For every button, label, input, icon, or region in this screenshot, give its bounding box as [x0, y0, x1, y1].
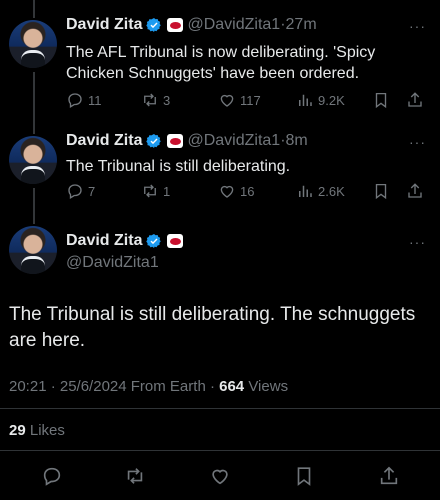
affiliate-badge-icon[interactable] — [167, 234, 184, 248]
tweet[interactable]: David Zita @DavidZita1 · 8m ··· The Trib… — [0, 132, 440, 212]
verified-badge-icon — [146, 18, 162, 32]
tweet-action-bar — [0, 465, 440, 489]
likes-label: Likes — [29, 422, 65, 439]
views-count: 9.2K — [318, 92, 345, 108]
reply-count: 7 — [88, 183, 96, 199]
repost-count: 3 — [163, 92, 171, 108]
repost-icon — [144, 184, 156, 198]
tweet-meta: 20:21 · 25/6/2024 From Earth · 664 Views — [9, 378, 288, 395]
views-icon — [299, 94, 312, 106]
reply-icon — [68, 93, 82, 108]
share-icon — [380, 466, 398, 485]
more-options-icon[interactable]: ··· — [409, 234, 426, 250]
reply-icon — [43, 467, 61, 486]
views-count: 664 — [219, 378, 245, 395]
share-button[interactable] — [406, 91, 424, 109]
share-button[interactable] — [378, 465, 400, 487]
like-count: 117 — [240, 92, 261, 108]
tweet[interactable]: David Zita @DavidZita1 · 27m ··· The AFL… — [0, 16, 440, 116]
repost-icon — [127, 468, 143, 484]
like-button[interactable]: 117 — [218, 91, 261, 109]
repost-button[interactable]: 1 — [141, 182, 170, 200]
heart-icon — [220, 94, 234, 107]
tweet-actions: 7 1 16 2.6K — [66, 182, 430, 200]
like-button[interactable] — [209, 465, 231, 487]
tweet-actions: 11 3 117 9.2K — [66, 91, 430, 109]
avatar[interactable] — [9, 20, 57, 68]
repost-count: 1 — [163, 183, 171, 199]
verified-badge-icon — [146, 134, 162, 148]
repost-button[interactable]: 3 — [141, 91, 170, 109]
like-button[interactable]: 16 — [218, 182, 254, 200]
bookmark-icon — [375, 92, 387, 109]
likes-count: 29 — [9, 422, 26, 439]
repost-icon — [144, 93, 156, 107]
views-icon — [299, 185, 312, 197]
repost-button[interactable] — [124, 465, 146, 487]
views-button[interactable]: 9.2K — [296, 91, 345, 109]
reply-count: 11 — [88, 92, 102, 108]
reply-button[interactable]: 11 — [66, 91, 102, 109]
reply-icon — [68, 184, 82, 199]
bookmark-icon — [375, 183, 387, 200]
views-count: 2.6K — [318, 183, 345, 199]
avatar[interactable] — [9, 136, 57, 184]
author-handle[interactable]: @DavidZita1 — [187, 132, 280, 150]
more-options-icon[interactable]: ··· — [409, 18, 426, 34]
avatar[interactable] — [9, 226, 57, 274]
like-count: 16 — [240, 183, 255, 199]
author-name[interactable]: David Zita — [66, 232, 142, 250]
tweet-timestamp[interactable]: 20:21 · 25/6/2024 From Earth · — [9, 378, 215, 395]
bookmark-button[interactable] — [372, 182, 390, 200]
divider — [0, 408, 440, 409]
reply-button[interactable] — [41, 465, 63, 487]
heart-icon — [220, 185, 234, 198]
tweet-text: The AFL Tribunal is now deliberating. 'S… — [66, 44, 376, 82]
author-handle[interactable]: @DavidZita1 — [187, 16, 280, 34]
verified-badge-icon — [146, 234, 162, 248]
tweet-text: The Tribunal is still deliberating. The … — [9, 304, 416, 351]
affiliate-badge-icon[interactable] — [167, 18, 184, 32]
reply-button[interactable]: 7 — [66, 182, 95, 200]
tweet-text: The Tribunal is still deliberating. — [66, 158, 291, 175]
bookmark-icon — [297, 467, 311, 486]
bookmark-button[interactable] — [372, 91, 390, 109]
divider — [0, 450, 440, 451]
author-handle[interactable]: @DavidZita1 — [66, 254, 183, 272]
heart-icon — [212, 469, 228, 485]
share-icon — [408, 92, 422, 107]
likes-summary[interactable]: 29 Likes — [9, 422, 65, 439]
tweet-time[interactable]: 8m — [286, 132, 308, 150]
views-label: Views — [248, 378, 289, 395]
views-button[interactable]: 2.6K — [296, 182, 345, 200]
focused-tweet: David Zita @DavidZita1 ··· The Tribunal … — [0, 226, 440, 500]
share-icon — [408, 183, 422, 198]
author-name[interactable]: David Zita — [66, 132, 142, 150]
author-name[interactable]: David Zita — [66, 16, 142, 34]
share-button[interactable] — [406, 182, 424, 200]
affiliate-badge-icon[interactable] — [167, 134, 184, 148]
more-options-icon[interactable]: ··· — [409, 134, 426, 150]
tweet-time[interactable]: 27m — [286, 16, 317, 34]
bookmark-button[interactable] — [293, 465, 315, 487]
